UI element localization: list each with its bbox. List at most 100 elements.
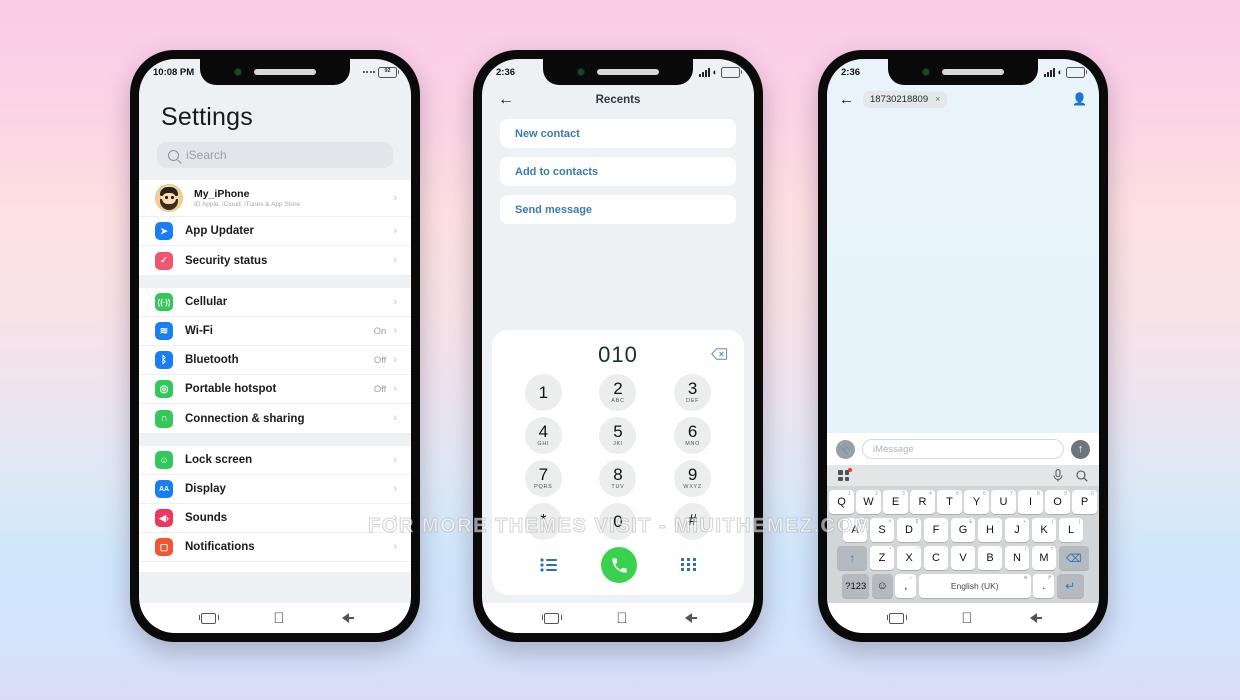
back-arrow-icon[interactable]: ← bbox=[839, 92, 854, 107]
key-r[interactable]: 4R bbox=[910, 490, 935, 514]
recents-icon[interactable] bbox=[198, 612, 219, 624]
key-6[interactable]: 6 MNO bbox=[674, 417, 712, 454]
chevron-right-icon: › bbox=[393, 224, 397, 237]
key-i[interactable]: 8I bbox=[1018, 490, 1043, 514]
call-button-icon[interactable] bbox=[601, 547, 638, 583]
recents-icon[interactable] bbox=[886, 612, 907, 624]
sidebar-item-account[interactable]: My_iPhone ID Apple, iCloud, iTunes & App… bbox=[139, 180, 411, 217]
microphone-icon[interactable] bbox=[1053, 469, 1063, 482]
sidebar-item-portable-hotspot[interactable]: ◎ Portable hotspot Off › bbox=[139, 375, 411, 404]
key-3[interactable]: 3 DEF bbox=[674, 374, 712, 411]
dialed-number: 010 bbox=[598, 342, 638, 367]
key-label: . bbox=[1042, 580, 1046, 592]
sidebar-item-wifi[interactable]: ≋ Wi-Fi On › bbox=[139, 317, 411, 346]
key-c[interactable]: ' C bbox=[923, 546, 949, 570]
back-icon[interactable] bbox=[1029, 613, 1042, 623]
key-0[interactable]: 0 bbox=[599, 503, 637, 540]
key-a[interactable]: @ A bbox=[842, 518, 868, 542]
send-arrow-icon[interactable]: ↑ bbox=[1071, 439, 1090, 459]
key-t[interactable]: 5T bbox=[937, 490, 962, 514]
key-g[interactable]: & G bbox=[950, 518, 976, 542]
lock-screen-icon: ☺ bbox=[155, 451, 173, 469]
sidebar-item-app-updater[interactable]: ➤ App Updater › bbox=[139, 217, 411, 246]
key-label: S bbox=[878, 524, 886, 536]
key-m[interactable]: ? M bbox=[1031, 546, 1057, 570]
key-n[interactable]: ! N bbox=[1004, 546, 1030, 570]
key-k[interactable]: (K bbox=[1031, 518, 1057, 542]
search-input[interactable]: iSearch bbox=[157, 142, 393, 168]
keyboard-apps-icon[interactable] bbox=[838, 468, 852, 481]
sidebar-item-display[interactable]: AA Display › bbox=[139, 475, 411, 504]
enter-key[interactable]: ↵ bbox=[1056, 574, 1084, 598]
signal-dots-icon bbox=[362, 71, 375, 73]
key-h[interactable]: -H bbox=[977, 518, 1003, 542]
key-o[interactable]: 9O bbox=[1045, 490, 1070, 514]
row-label: Wi-Fi bbox=[185, 325, 213, 337]
new-contact-button[interactable]: New contact bbox=[500, 119, 736, 148]
key-e[interactable]: 3E bbox=[883, 490, 908, 514]
key-b[interactable]: ; B bbox=[977, 546, 1003, 570]
key-v[interactable]: :V bbox=[950, 546, 976, 570]
sidebar-item-bluetooth[interactable]: ᛒ Bluetooth Off › bbox=[139, 346, 411, 375]
key-l[interactable]: ) L bbox=[1058, 518, 1084, 542]
space-key[interactable]: ⊕ English (UK) bbox=[918, 574, 1031, 598]
chevron-right-icon: › bbox=[393, 540, 397, 553]
comma-key[interactable]: ☼, bbox=[895, 574, 917, 598]
key-w[interactable]: 2W bbox=[856, 490, 881, 514]
key-8[interactable]: 8 TUV bbox=[599, 460, 637, 497]
key-label: N bbox=[1013, 552, 1021, 564]
key-2[interactable]: 2 ABC bbox=[599, 374, 637, 411]
key-j[interactable]: + J bbox=[1004, 518, 1030, 542]
key-7[interactable]: 7 PQRS bbox=[524, 460, 562, 497]
backspace-key[interactable]: ⌫ bbox=[1058, 546, 1089, 570]
back-icon[interactable] bbox=[684, 613, 697, 623]
key-hash[interactable]: # bbox=[674, 503, 712, 540]
close-icon[interactable]: × bbox=[935, 94, 940, 104]
key-1[interactable]: 1 bbox=[524, 374, 562, 411]
sidebar-item-sounds[interactable]: ◀› Sounds › bbox=[139, 504, 411, 533]
key-superscript: 3 bbox=[901, 490, 905, 497]
call-log-list-icon[interactable] bbox=[540, 558, 558, 572]
sidebar-item-connection-sharing[interactable]: ∩ Connection & sharing › bbox=[139, 404, 411, 433]
key-y[interactable]: 6Y bbox=[964, 490, 989, 514]
key-digit: # bbox=[688, 512, 698, 530]
key-4[interactable]: 4 GHI bbox=[524, 417, 562, 454]
sidebar-item-notifications[interactable]: ▢ Notifications › bbox=[139, 533, 411, 562]
sidebar-item-security-status[interactable]: ✓ Security status › bbox=[139, 246, 411, 275]
apple-home-icon[interactable]:  bbox=[961, 611, 972, 626]
emoji-key[interactable]: ☺ bbox=[871, 574, 893, 598]
sidebar-item-lock-screen[interactable]: ☺ Lock screen › bbox=[139, 446, 411, 475]
key-d[interactable]: $ D bbox=[896, 518, 922, 542]
apple-home-icon[interactable]:  bbox=[616, 611, 627, 626]
key-5[interactable]: 5 JKl bbox=[599, 417, 637, 454]
key-x[interactable]: " X bbox=[896, 546, 922, 570]
back-icon[interactable] bbox=[341, 613, 354, 623]
key-q[interactable]: 1Q bbox=[829, 490, 854, 514]
key-star[interactable]: * bbox=[524, 503, 562, 540]
period-key[interactable]: ⁋. bbox=[1033, 574, 1055, 598]
key-9[interactable]: 9 WXYZ bbox=[674, 460, 712, 497]
key-s[interactable]: # S bbox=[869, 518, 895, 542]
key-superscript: : bbox=[970, 546, 973, 553]
wifi-icon: ≋ bbox=[155, 322, 173, 340]
attachment-clip-icon[interactable]: 📎 bbox=[836, 439, 855, 459]
backspace-icon[interactable] bbox=[711, 348, 728, 360]
send-message-button[interactable]: Send message bbox=[500, 195, 736, 224]
recipient-chip[interactable]: 18730218809 × bbox=[863, 90, 948, 108]
add-to-contacts-button[interactable]: Add to contacts bbox=[500, 157, 736, 186]
recents-icon[interactable] bbox=[541, 612, 562, 624]
screen-dialer: 2:36 ◐ ← Recents New contact Add to cont… bbox=[482, 59, 754, 633]
key-p[interactable]: 0P bbox=[1072, 490, 1097, 514]
key-z[interactable]: * Z bbox=[869, 546, 895, 570]
shift-key[interactable]: ↑ bbox=[837, 546, 868, 570]
key-u[interactable]: 7U bbox=[991, 490, 1016, 514]
add-person-icon[interactable]: 👤 bbox=[1072, 93, 1087, 105]
numbers-key[interactable]: ?123 bbox=[842, 574, 870, 598]
search-icon[interactable] bbox=[1076, 469, 1088, 482]
imessage-input[interactable]: iMessage bbox=[862, 439, 1064, 459]
list-item-partial[interactable] bbox=[139, 562, 411, 572]
keypad-grid-icon[interactable] bbox=[681, 557, 697, 573]
sidebar-item-cellular[interactable]: ((∙)) Cellular › bbox=[139, 288, 411, 317]
apple-home-icon[interactable]:  bbox=[273, 611, 284, 626]
key-f[interactable]: _ F bbox=[923, 518, 949, 542]
